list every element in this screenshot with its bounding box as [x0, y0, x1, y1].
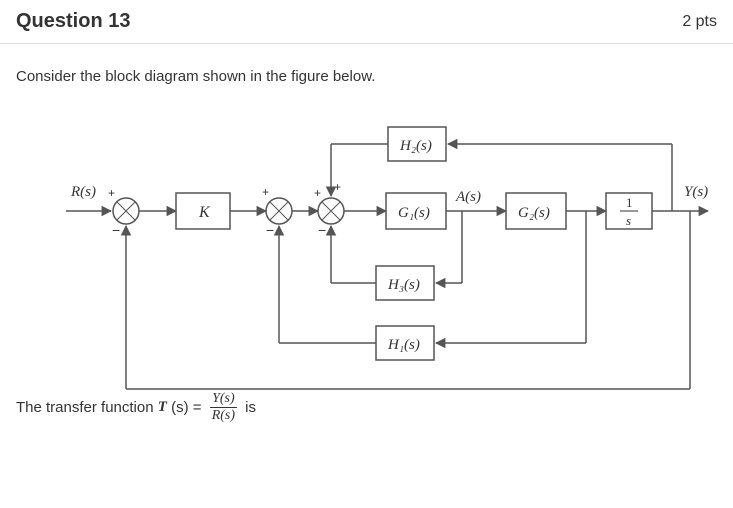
svg-text:+: +	[314, 186, 321, 200]
output-label: Y(s)	[684, 184, 708, 200]
svg-text:1: 1	[626, 195, 633, 210]
svg-text:G₁(s): G₁(s)	[398, 205, 430, 221]
question-title: Question 13	[16, 10, 130, 33]
svg-text:−: −	[112, 222, 120, 238]
svg-text:K: K	[198, 204, 211, 221]
svg-text:G₂(s): G₂(s)	[518, 205, 550, 221]
question-prompt: Consider the block diagram shown in the …	[16, 68, 717, 85]
node-A-label: A(s)	[455, 189, 481, 205]
svg-text:+: +	[108, 186, 115, 200]
svg-text:−: −	[318, 222, 326, 238]
block-diagram-svg: R(s) + − K + − + −	[16, 101, 716, 401]
svg-text:H₁(s): H₁(s)	[387, 337, 420, 353]
question-points: 2 pts	[682, 13, 717, 31]
svg-text:H₂(s): H₂(s)	[399, 138, 432, 154]
svg-text:−: −	[266, 222, 274, 238]
svg-text:s: s	[626, 213, 631, 228]
input-label: R(s)	[70, 184, 96, 200]
block-diagram-figure: R(s) + − K + − + −	[16, 101, 716, 401]
svg-text:H₃(s): H₃(s)	[387, 277, 420, 293]
svg-text:+: +	[334, 180, 341, 194]
svg-text:+: +	[262, 185, 269, 199]
